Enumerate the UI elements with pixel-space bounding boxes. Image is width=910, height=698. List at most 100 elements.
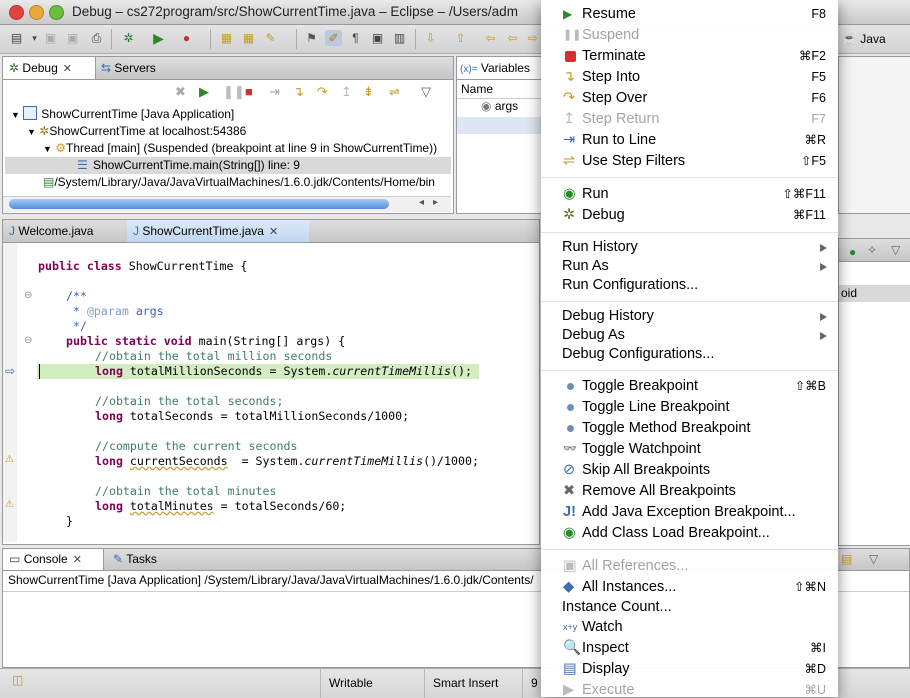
tab-tasks[interactable]: ✎ Tasks xyxy=(107,549,163,570)
tree-item-stack-frame[interactable]: ☰ ShowCurrentTime.main(String[]) line: 9 xyxy=(5,157,451,174)
scroll-right-icon[interactable]: ▸ xyxy=(433,197,438,208)
save-icon[interactable]: ▣ xyxy=(42,30,59,46)
tree-item-vm[interactable]: ▼ ✲ShowCurrentTime at localhost:54386 xyxy=(27,123,246,140)
menu-item-instance-count[interactable]: Instance Count... xyxy=(541,597,838,618)
tree-item-process[interactable]: ▤/System/Library/Java/JavaVirtualMachine… xyxy=(43,174,435,191)
menu-item-add-java-exception-breakpoint[interactable]: J! Add Java Exception Breakpoint... xyxy=(541,502,838,523)
drop-to-frame-icon[interactable]: ⇟ xyxy=(363,84,374,100)
menu-item-skip-all-breakpoints[interactable]: ⊘ Skip All Breakpoints xyxy=(541,460,838,481)
hide-fields-icon[interactable]: ✧ xyxy=(867,243,877,257)
java-perspective-button[interactable]: ☕ Java xyxy=(842,29,886,49)
menu-item-debug-as[interactable]: Debug As xyxy=(541,325,838,346)
save-all-icon[interactable]: ▣ xyxy=(64,30,81,46)
expand-icon[interactable]: ▼ xyxy=(43,144,52,154)
menu-item-execute[interactable]: ▶ Execute ⌘U xyxy=(541,680,838,697)
menu-item-suspend[interactable]: ❚❚ Suspend xyxy=(541,25,838,46)
menu-item-run-to-line[interactable]: ⇥ Run to Line ⌘R xyxy=(541,130,838,151)
code-line-18[interactable]: } xyxy=(66,514,73,528)
menu-item-debug-configurations[interactable]: Debug Configurations... xyxy=(541,344,838,365)
fold-icon[interactable]: ⊖ xyxy=(24,335,32,346)
variable-row-selected[interactable] xyxy=(457,117,541,134)
show-source-icon[interactable]: ▥ xyxy=(391,30,408,46)
terminate-icon[interactable]: ■ xyxy=(245,84,253,99)
use-step-filters-icon[interactable]: ⇌ xyxy=(389,84,400,100)
run-icon[interactable]: ▶ xyxy=(150,30,167,46)
highlight-icon[interactable]: ✐ xyxy=(325,30,342,46)
close-window-button[interactable] xyxy=(9,5,24,20)
expand-icon[interactable]: ▼ xyxy=(27,127,36,137)
menu-item-toggle-line-breakpoint[interactable]: Toggle Line Breakpoint xyxy=(541,397,838,418)
menu-item-debug-history[interactable]: Debug History xyxy=(541,306,838,327)
scrollbar-thumb[interactable] xyxy=(9,199,389,209)
fast-view-icon[interactable]: ◫ xyxy=(12,673,23,687)
show-whitespace-icon[interactable]: ¶ xyxy=(347,30,364,46)
external-tools-icon[interactable]: ● xyxy=(178,30,195,46)
open-type-icon[interactable]: ▦ xyxy=(240,30,257,46)
new-dropdown-icon[interactable]: ▾ xyxy=(26,30,43,46)
print-icon[interactable]: ⎙ xyxy=(88,30,105,46)
menu-item-all-references[interactable]: ▣ All References... xyxy=(541,556,838,577)
scroll-left-icon[interactable]: ◂ xyxy=(419,197,424,208)
menu-item-watch[interactable]: x+y Watch xyxy=(541,617,838,638)
menu-item-all-instances[interactable]: ◆ All Instances... ⇧⌘N xyxy=(541,577,838,598)
tab-variables[interactable]: (x)= Variables xyxy=(457,57,547,79)
menu-item-debug[interactable]: ✲ Debug ⌘F11 xyxy=(541,205,838,226)
tree-item-thread[interactable]: ▼ ⚙Thread [main] (Suspended (breakpoint … xyxy=(43,140,437,157)
code-line-6[interactable]: public static void main(String[] args) { xyxy=(66,334,345,348)
disconnect-icon[interactable]: ⇥ xyxy=(269,84,280,100)
code-line-10[interactable]: //obtain the total seconds; xyxy=(95,394,283,408)
close-icon[interactable]: ✕ xyxy=(73,554,82,566)
fold-icon[interactable]: ⊖ xyxy=(24,290,32,301)
menu-item-step-return[interactable]: ↥ Step Return F7 xyxy=(541,109,838,130)
code-line-16[interactable]: //obtain the total minutes xyxy=(95,484,276,498)
open-console-icon[interactable]: ▤ xyxy=(841,552,852,566)
menu-item-display[interactable]: ▤ Display ⌘D xyxy=(541,659,838,680)
view-menu-icon[interactable]: ▽ xyxy=(891,243,900,257)
code-line-4[interactable]: * @param args xyxy=(66,304,164,318)
new-icon[interactable]: ▤ xyxy=(8,30,25,46)
view-menu-icon[interactable]: ▽ xyxy=(421,84,431,100)
view-menu-icon[interactable]: ▽ xyxy=(869,552,878,566)
code-line-11[interactable]: long totalSeconds = totalMillionSeconds/… xyxy=(95,409,409,423)
editor-gutter[interactable] xyxy=(3,243,17,542)
menu-item-run-history[interactable]: Run History xyxy=(541,237,838,258)
menu-item-run[interactable]: ◉ Run ⇧⌘F11 xyxy=(541,184,838,205)
debug-icon[interactable]: ✲ xyxy=(120,30,137,46)
menu-item-toggle-watchpoint[interactable]: 👓 Toggle Watchpoint xyxy=(541,439,838,460)
menu-item-run-configurations[interactable]: Run Configurations... xyxy=(541,275,838,296)
code-line-8[interactable]: long totalMillionSeconds = System.curren… xyxy=(95,364,472,378)
variables-column-header[interactable]: Name xyxy=(457,81,545,99)
forward-icon[interactable]: ⇨ xyxy=(524,30,541,46)
minimize-window-button[interactable] xyxy=(29,5,44,20)
search-icon[interactable]: ✎ xyxy=(262,30,279,46)
tab-showcurrenttime-java[interactable]: J ShowCurrentTime.java ✕ xyxy=(127,220,309,242)
menu-item-step-over[interactable]: ↷ Step Over F6 xyxy=(541,88,838,109)
code-line-7[interactable]: //obtain the total million seconds xyxy=(95,349,332,363)
block-selection-icon[interactable]: ▣ xyxy=(369,30,386,46)
menu-item-remove-all-breakpoints[interactable]: ✖ Remove All Breakpoints xyxy=(541,481,838,502)
previous-annotation-icon[interactable]: ⇧ xyxy=(452,30,469,46)
menu-item-run-as[interactable]: Run As xyxy=(541,256,838,277)
code-line-5[interactable]: */ xyxy=(66,319,87,333)
menu-item-toggle-breakpoint[interactable]: Toggle Breakpoint ⇧⌘B xyxy=(541,376,838,397)
horizontal-scrollbar[interactable]: ◂ ▸ xyxy=(3,196,451,212)
outline-selected-row[interactable]: oid xyxy=(839,285,910,302)
menu-item-terminate[interactable]: Terminate ⌘F2 xyxy=(541,46,838,67)
tab-debug[interactable]: ✲ Debug ✕ xyxy=(3,57,96,79)
tab-welcome-java[interactable]: J Welcome.java xyxy=(3,220,127,242)
code-line-17[interactable]: long totalMinutes = totalSeconds/60; xyxy=(95,499,346,513)
new-package-icon[interactable]: ▦ xyxy=(218,30,235,46)
suspend-icon[interactable]: ❚❚ xyxy=(223,84,245,100)
resume-icon[interactable]: ▶ xyxy=(199,84,209,100)
expand-icon[interactable]: ▼ xyxy=(11,110,20,120)
menu-item-use-step-filters[interactable]: ⇌ Use Step Filters ⇧F5 xyxy=(541,151,838,172)
code-line-14[interactable]: long currentSeconds = System.currentTime… xyxy=(95,454,479,468)
menu-item-step-into[interactable]: ↴ Step Into F5 xyxy=(541,67,838,88)
remove-terminated-icon[interactable]: ✖ xyxy=(175,84,186,100)
step-over-icon[interactable]: ↷ xyxy=(317,84,328,100)
code-line-13[interactable]: //compute the current seconds xyxy=(95,439,297,453)
step-into-icon[interactable]: ↴ xyxy=(293,84,304,100)
menu-item-toggle-method-breakpoint[interactable]: Toggle Method Breakpoint xyxy=(541,418,838,439)
variable-row[interactable]: ◉ args xyxy=(481,98,518,115)
toggle-mark-occurrences-icon[interactable]: ⚑ xyxy=(303,30,320,46)
